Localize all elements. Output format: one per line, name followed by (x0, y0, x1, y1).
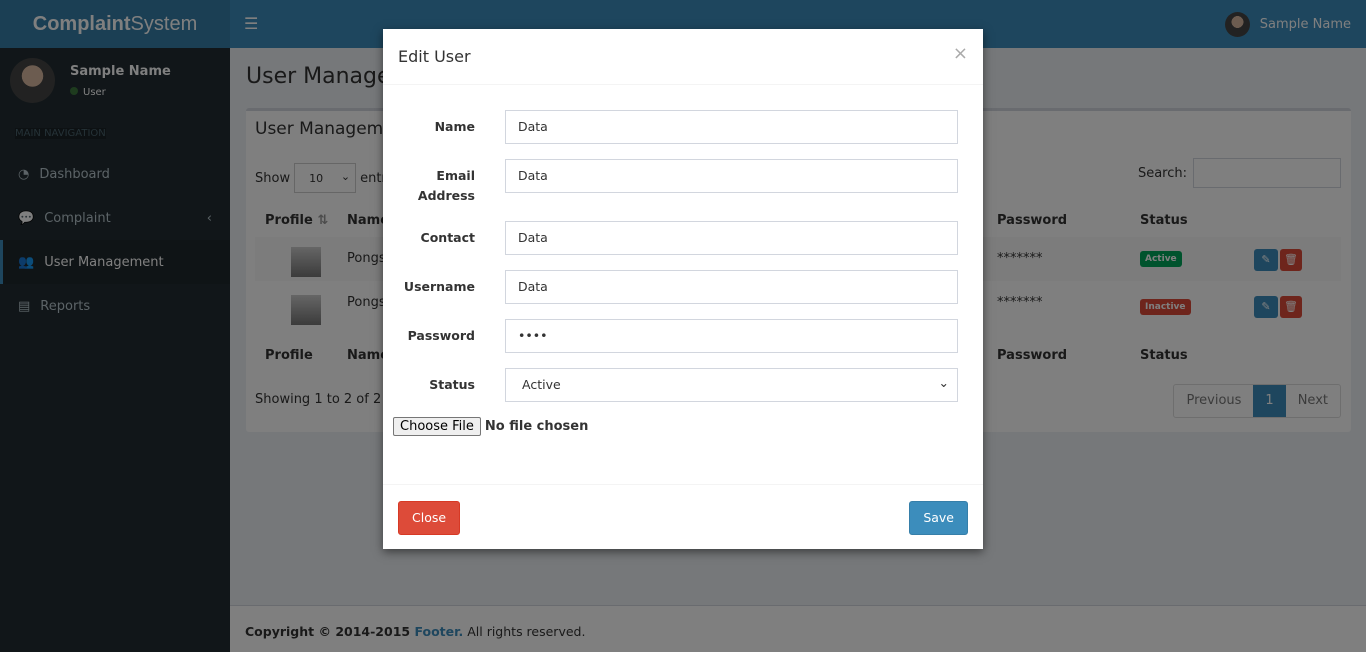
modal-footer: Close Save (383, 484, 983, 535)
modal-title: Edit User (398, 47, 471, 66)
password-input[interactable]: •••• (505, 319, 958, 353)
save-button[interactable]: Save (909, 501, 968, 535)
field-label: Status (429, 377, 475, 392)
username-input[interactable]: Data (505, 270, 958, 304)
chevron-down-icon: ⌄ (938, 375, 949, 390)
file-input[interactable]: Choose File No file chosen (393, 417, 588, 436)
name-input[interactable]: Data (505, 110, 958, 144)
field-label: Contact (420, 230, 475, 245)
status-select[interactable]: Active ⌄ (505, 368, 958, 402)
field-label: Email Address (417, 168, 475, 203)
field-label: Name (434, 119, 475, 134)
field-label: Username (403, 279, 475, 294)
modal-header: Edit User × (383, 29, 983, 85)
edit-user-modal: Edit User × Name Data Email Address Data Co… (383, 29, 983, 549)
email-input[interactable]: Data (505, 159, 958, 193)
close-icon[interactable]: × (953, 43, 968, 64)
choose-file-button[interactable]: Choose File (393, 417, 481, 436)
contact-input[interactable]: Data (505, 221, 958, 255)
status-value: Active (522, 377, 561, 392)
field-label: Password (407, 328, 475, 343)
file-status: No file chosen (484, 419, 589, 434)
close-button[interactable]: Close (398, 501, 461, 535)
